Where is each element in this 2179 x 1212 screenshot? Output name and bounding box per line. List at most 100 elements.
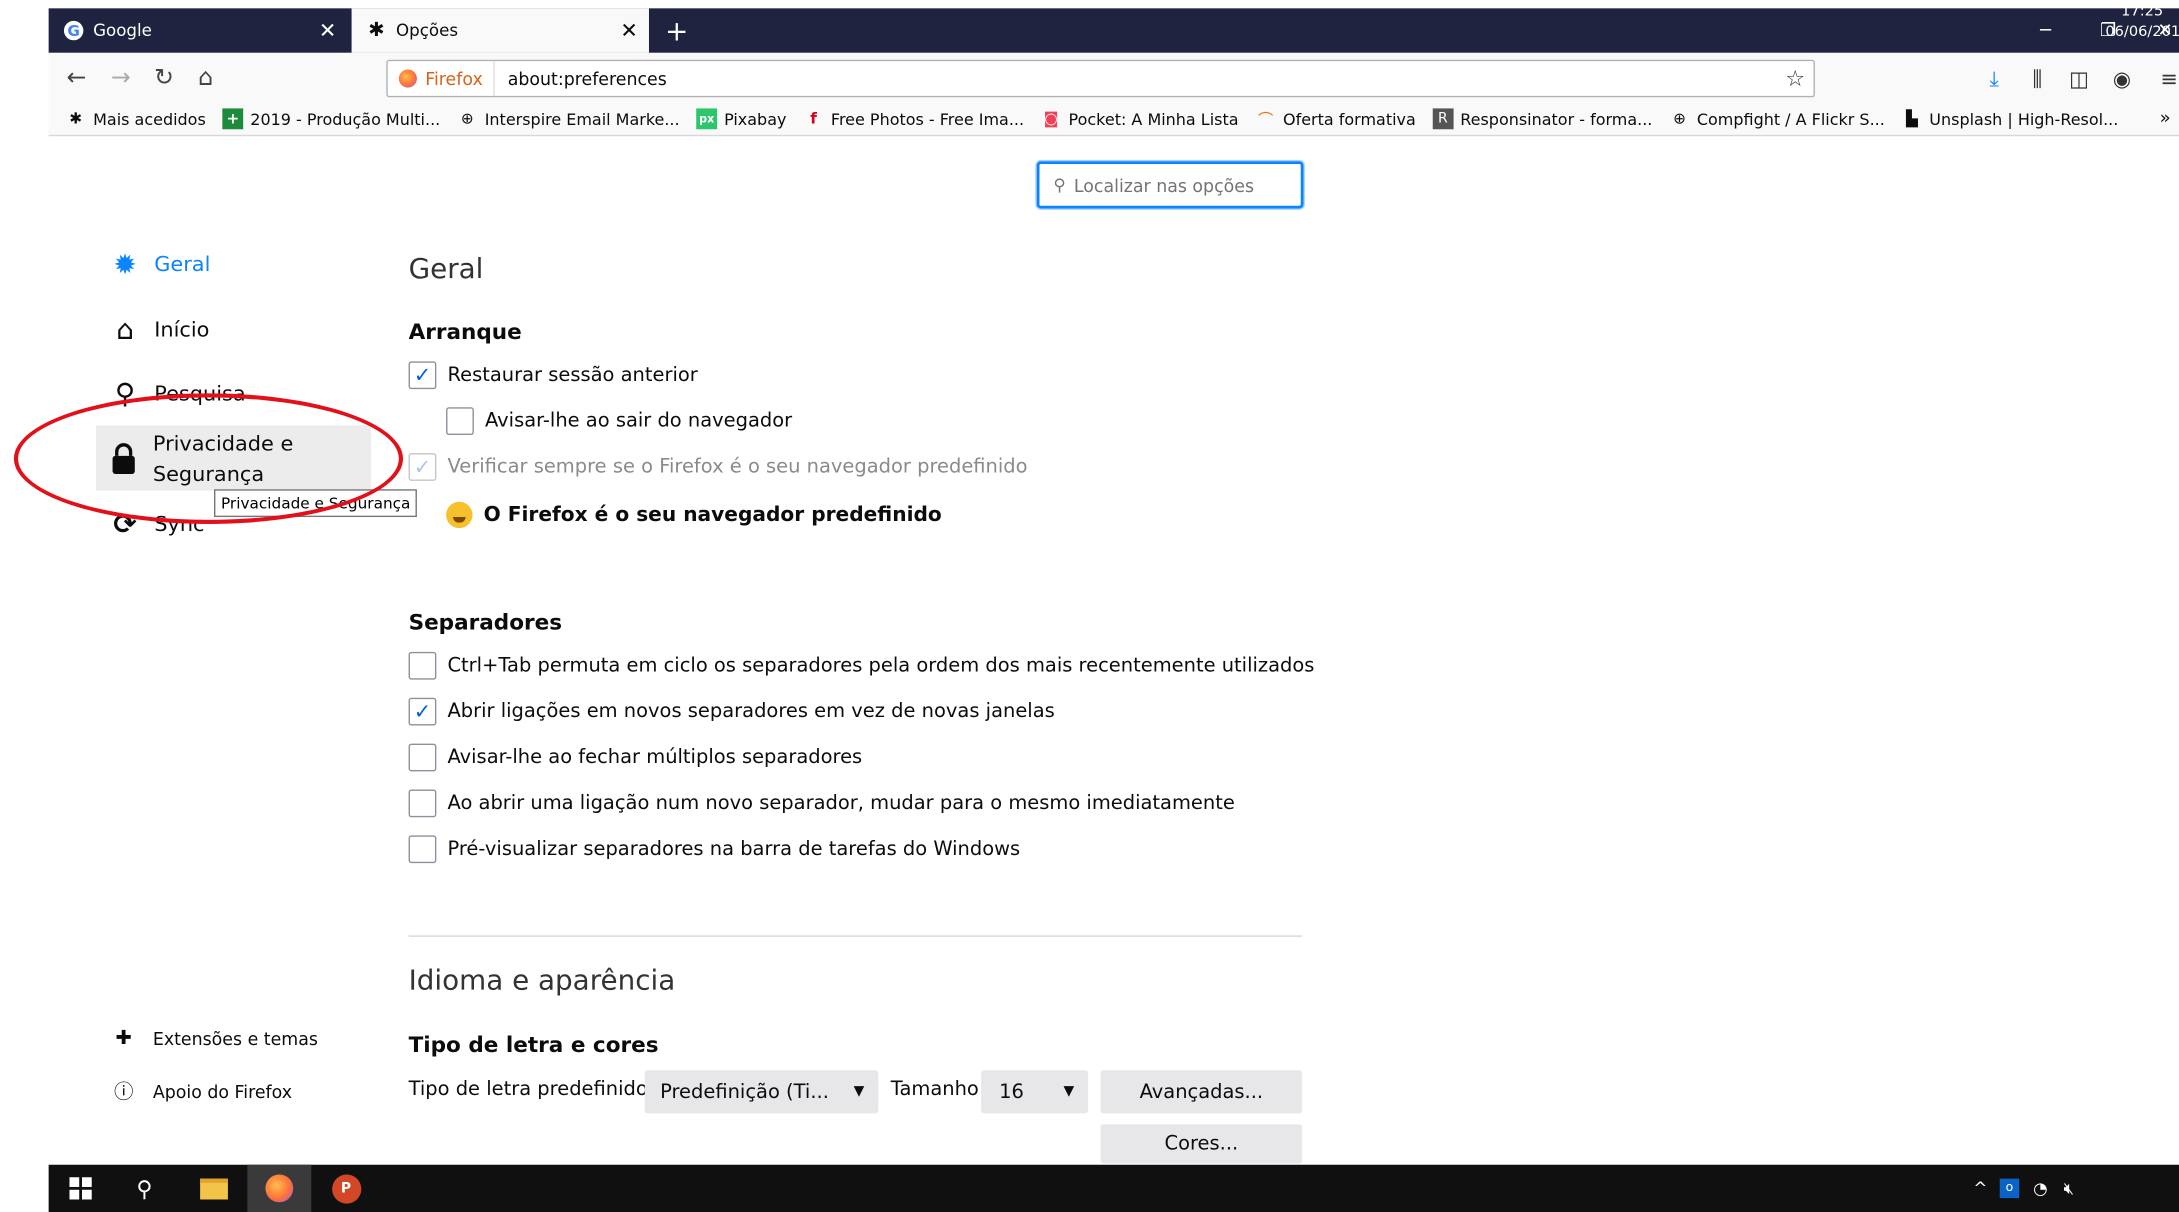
chevron-down-icon: ▼ (1063, 1084, 1075, 1100)
section-title-language: Idioma e aparência (408, 963, 676, 997)
account-icon[interactable]: ◉ (2105, 64, 2138, 95)
checkbox[interactable] (408, 743, 437, 772)
checkbox[interactable] (408, 789, 437, 818)
sidebar-support-link[interactable]: ⓘ Apoio do Firefox (111, 1079, 292, 1104)
tab-google[interactable]: G Google ✕ (49, 8, 348, 52)
clock-time: 17:25 (2121, 2, 2164, 20)
restore-session-checkbox[interactable]: ✓ Restaurar sessão anterior (408, 361, 698, 390)
checkbox-checked[interactable]: ✓ (408, 697, 437, 726)
default-font-select[interactable]: Predefinição (Ti... ▼ (644, 1070, 879, 1114)
puzzle-icon: ✚ (115, 1027, 132, 1050)
colors-button[interactable]: Cores... (1100, 1124, 1303, 1164)
file-explorer-icon[interactable] (182, 1165, 246, 1212)
back-icon[interactable]: ← (60, 61, 93, 94)
bookmark-item[interactable]: ✱ Mais acedidos (65, 108, 205, 129)
select-value: Predefinição (Ti... (660, 1080, 829, 1103)
warn-close-tabs-checkbox[interactable]: Avisar-lhe ao fechar múltiplos separador… (408, 743, 862, 772)
home-icon[interactable]: ⌂ (189, 61, 222, 94)
wifi-icon[interactable]: ◔ (2033, 1165, 2048, 1212)
firefox-icon (398, 69, 417, 88)
close-icon[interactable]: ✕ (319, 18, 336, 43)
taskbar-clock[interactable]: 17:25 06/06/201 (2105, 1, 2179, 43)
tray-chevron-icon[interactable]: ^ (1973, 1165, 1987, 1212)
green-plus-icon: + (222, 108, 244, 130)
library-icon[interactable]: ⫼ (2021, 64, 2054, 95)
powerpoint-icon[interactable]: P (314, 1165, 378, 1212)
bookmark-item[interactable]: ▙ Unsplash | High-Resol... (1902, 108, 2118, 129)
sidebar-item-inicio[interactable]: ⌂ Início (108, 313, 209, 346)
checkbox[interactable] (408, 835, 437, 864)
tab-opcoes[interactable]: ✱ Opções ✕ (351, 8, 649, 53)
globe-icon: ⊕ (1673, 109, 1686, 128)
bookmark-item[interactable]: ◙ Pocket: A Minha Lista (1041, 108, 1239, 129)
select-value: 16 (999, 1080, 1024, 1103)
google-icon: G (63, 19, 85, 41)
url-bar[interactable]: Firefox about:preferences ☆ (386, 59, 1815, 98)
option-label: Abrir ligações em novos separadores em v… (447, 700, 1055, 723)
pixabay-icon: px (696, 108, 718, 130)
chevron-right-icon[interactable]: » (2160, 108, 2171, 129)
search-icon[interactable]: ⚲ (113, 1165, 177, 1212)
close-icon[interactable]: ✕ (620, 18, 637, 43)
bookmark-item[interactable]: R Responsinator - forma... (1432, 108, 1652, 130)
font-size-select[interactable]: 16 ▼ (981, 1070, 1089, 1114)
advanced-fonts-button[interactable]: Avançadas... (1100, 1070, 1303, 1114)
download-icon[interactable]: ⤓ (1978, 64, 2011, 95)
default-font-label: Tipo de letra predefinido (408, 1078, 648, 1101)
sidebar-item-geral[interactable]: ✹ Geral (108, 247, 210, 280)
minimize-button[interactable]: ─ (2018, 8, 2074, 52)
bookmark-star-icon[interactable]: ☆ (1785, 65, 1805, 91)
sidebar-icon[interactable]: ◫ (2062, 64, 2095, 95)
globe-icon: ⊕ (460, 109, 474, 128)
home-icon: ⌂ (116, 312, 134, 347)
sidebar-item-label: Geral (154, 251, 211, 277)
screen: G Google ✕ ✱ Opções ✕ + ─ ❐ ✕ ← → ↻ ⌂ Fi… (0, 0, 2179, 1212)
firefox-taskbar-icon[interactable] (247, 1164, 312, 1212)
bookmarks-toolbar: ✱ Mais acedidos +2019 - Produção Multi...… (48, 102, 2179, 137)
smiley-icon (446, 501, 473, 529)
bookmark-item[interactable]: f Free Photos - Free Ima... (803, 108, 1024, 129)
responsinator-icon: R (1432, 108, 1454, 130)
outlook-icon[interactable]: o (1999, 1165, 2020, 1212)
identity-box[interactable]: Firefox (388, 61, 496, 96)
taskbar-previews-checkbox[interactable]: Pré-visualizar separadores na barra de t… (408, 835, 1020, 864)
warn-quit-checkbox[interactable]: Avisar-lhe ao sair do navegador (446, 407, 793, 436)
windows-icon (69, 1177, 92, 1200)
bookmark-item[interactable]: +2019 - Produção Multi... (222, 108, 440, 130)
sidebar-bottom-label: Extensões e temas (152, 1027, 318, 1049)
gear-icon: ✱ (69, 109, 83, 128)
tab-label: Opções (396, 20, 459, 41)
forward-icon[interactable]: → (104, 61, 137, 94)
menu-icon[interactable]: ≡ (2153, 64, 2179, 95)
option-label: Restaurar sessão anterior (447, 364, 698, 387)
tab-label: Google (93, 20, 152, 41)
bookmark-item[interactable]: ⌒ Oferta formativa (1255, 108, 1416, 129)
annotation-circle (13, 393, 404, 524)
page-title: Geral (408, 251, 484, 285)
volume-muted-icon[interactable]: 🔇︎ (2064, 1165, 2075, 1212)
reload-icon[interactable]: ↻ (147, 61, 180, 94)
bookmark-item[interactable]: px Pixabay (696, 108, 786, 130)
open-links-tabs-checkbox[interactable]: ✓ Abrir ligações em novos separadores em… (408, 697, 1055, 726)
gear-icon: ✱ (368, 19, 385, 42)
check-default-checkbox: ✓ Verificar sempre se o Firefox é o seu … (408, 453, 1028, 481)
ctrl-tab-checkbox[interactable]: Ctrl+Tab permuta em ciclo os separadores… (408, 651, 1314, 680)
font-size-label: Tamanho (890, 1078, 979, 1101)
bookmark-item[interactable]: ⊕ Compfight / A Flickr S... (1669, 108, 1885, 129)
bookmark-item[interactable]: ⊕ Interspire Email Marke... (457, 108, 680, 129)
option-label: Avisar-lhe ao sair do navegador (484, 410, 793, 433)
start-button[interactable] (49, 1165, 113, 1212)
help-icon: ⓘ (113, 1081, 134, 1104)
url-text[interactable]: about:preferences (508, 68, 667, 89)
search-input[interactable]: ⚲ Localizar nas opções (1036, 161, 1304, 209)
sidebar-bottom-label: Apoio do Firefox (152, 1080, 293, 1102)
checkbox[interactable] (446, 407, 474, 436)
new-tab-button[interactable]: + (660, 8, 693, 52)
switch-to-new-tab-checkbox[interactable]: Ao abrir uma ligação num novo separador,… (408, 789, 1235, 818)
checkbox[interactable] (408, 651, 437, 680)
checkbox-checked[interactable]: ✓ (408, 361, 437, 390)
pocket-icon: ◙ (1043, 109, 1059, 128)
tab-strip: G Google ✕ ✱ Opções ✕ + ─ ❐ ✕ (48, 8, 2179, 53)
sidebar-extensions-link[interactable]: ✚ Extensões e temas (111, 1026, 318, 1051)
sidebar-item-label: Início (154, 316, 210, 342)
